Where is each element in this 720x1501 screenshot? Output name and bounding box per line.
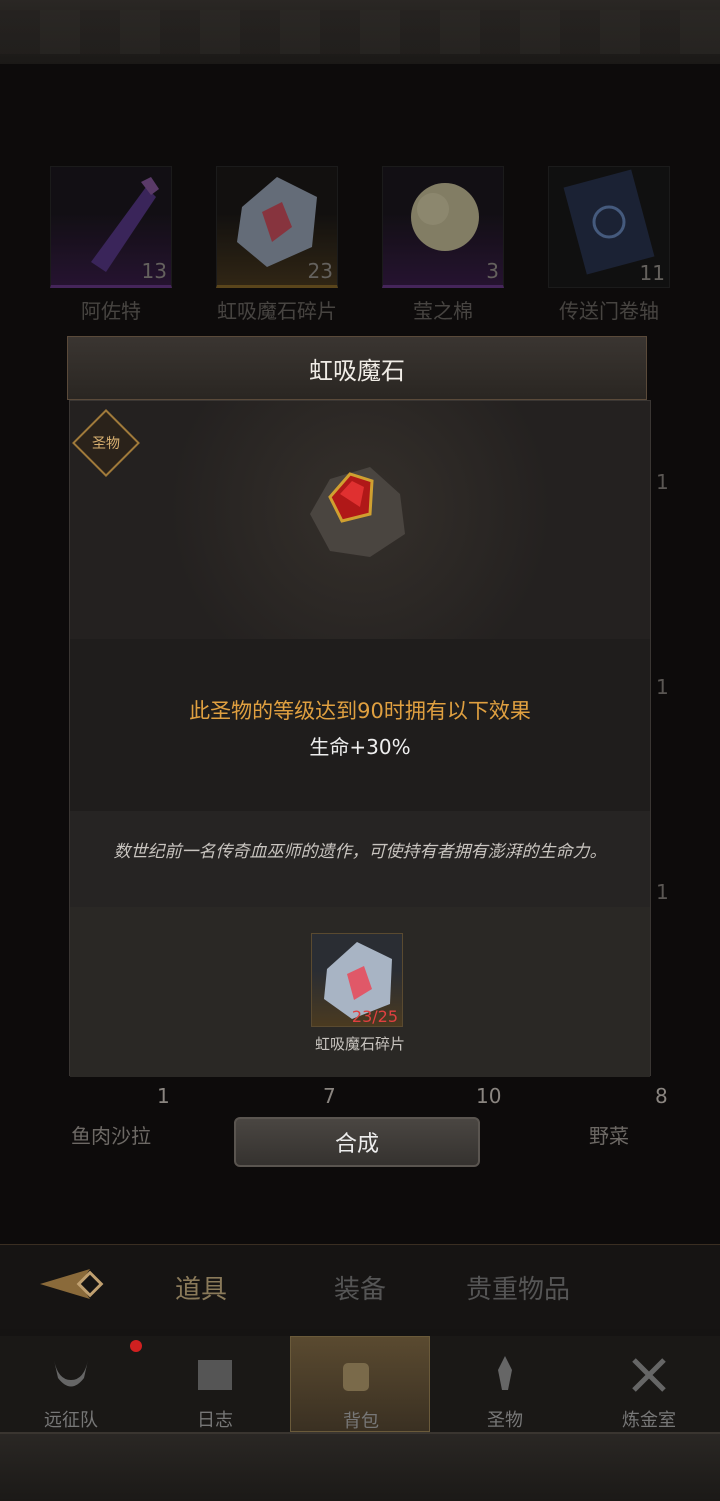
description-panel: 数世纪前一名传奇血巫师的遗作，可使持有者拥有澎湃的生命力。 [70,811,650,908]
relic-icon [498,1356,512,1390]
item-description: 数世纪前一名传奇血巫师的遗作，可使持有者拥有澎湃的生命力。 [113,842,607,862]
bottom-ornament-bar [0,1432,720,1501]
item-detail-dialog: 圣物 此圣物的等级达到90时拥有以下效果 生命+30% 数世纪前一名传奇血巫师的… [69,400,651,1077]
item-name: 野菜 [589,1124,629,1148]
material-panel: 23/25 虹吸魔石碎片 [70,907,650,1077]
item-count: 1 [157,1084,170,1108]
material-progress: 23/25 [351,1007,398,1026]
item-count: 8 [655,1084,668,1108]
back-arrow-icon[interactable] [20,1259,130,1309]
dialog-title: 虹吸魔石 [67,336,647,400]
item-count: 7 [323,1084,336,1108]
journal-icon [198,1360,232,1390]
item-art-panel: 圣物 [70,401,650,639]
combine-button[interactable]: 合成 [234,1117,480,1167]
tab-valuables[interactable]: 贵重物品 [466,1269,570,1306]
nav-label: 背包 [343,1411,379,1432]
effect-panel: 此圣物的等级达到90时拥有以下效果 生命+30% [70,639,650,811]
nav-relics[interactable]: 圣物 [440,1336,570,1432]
item-name: 鱼肉沙拉 [71,1124,151,1148]
item-count: 10 [476,1084,502,1108]
effect-value: 生命+30% [309,735,411,759]
siphon-stone-icon [310,467,405,557]
material-name: 虹吸魔石碎片 [314,1035,405,1053]
notification-dot [130,1340,142,1352]
nav-journal[interactable]: 日志 [150,1336,280,1432]
bottom-nav: 远征队 日志 背包 圣物 炼金室 [0,1336,720,1432]
nav-label: 日志 [197,1410,233,1431]
nav-expedition[interactable]: 远征队 [6,1336,142,1432]
nav-label: 炼金室 [622,1410,676,1431]
nav-backpack[interactable]: 背包 [290,1336,430,1432]
alchemy-icon [632,1358,666,1392]
nav-alchemy[interactable]: 炼金室 [584,1336,714,1432]
backpack-icon [343,1363,369,1391]
tab-equipment[interactable]: 装备 [334,1269,386,1306]
top-ornament-bar [0,0,720,66]
nav-label: 圣物 [487,1410,523,1431]
relic-badge-label: 圣物 [92,436,120,452]
horned-helmet-icon [54,1360,88,1387]
inventory-tabs: 道具 装备 贵重物品 [0,1244,720,1329]
material-slot[interactable]: 23/25 [311,933,403,1027]
effect-condition: 此圣物的等级达到90时拥有以下效果 [189,699,531,723]
nav-label: 远征队 [44,1410,98,1431]
tab-items[interactable]: 道具 [175,1269,227,1306]
